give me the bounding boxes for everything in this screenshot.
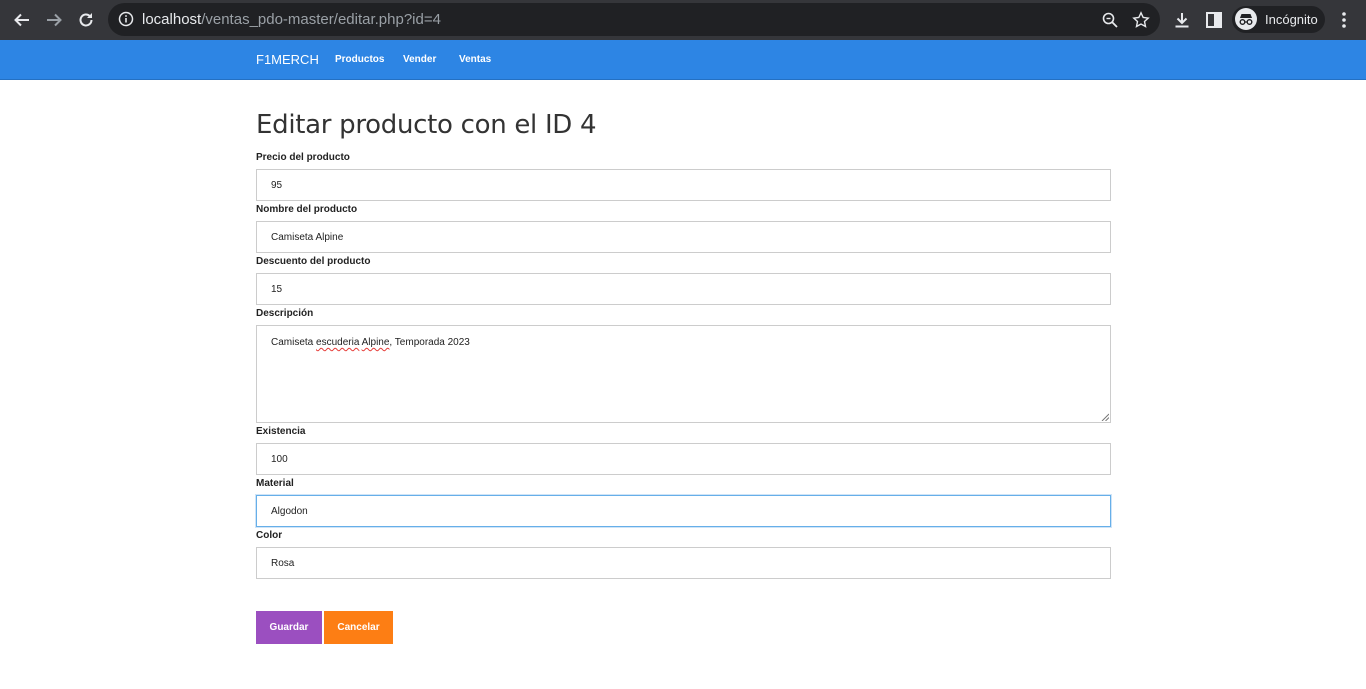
cancel-button[interactable]: Cancelar: [324, 611, 393, 644]
misspelled-word: escuderia: [316, 337, 360, 348]
nombre-label: Nombre del producto: [256, 204, 358, 215]
descuento-label: Descuento del producto: [256, 256, 371, 267]
nombre-input[interactable]: Camiseta Alpine: [256, 221, 1111, 253]
browser-toolbar: localhost/ventas_pdo-master/editar.php?i…: [0, 0, 1366, 40]
menu-icon[interactable]: [1336, 10, 1352, 30]
side-panel-icon[interactable]: [1204, 10, 1224, 30]
precio-input[interactable]: 95: [256, 169, 1111, 201]
brand-link[interactable]: F1MERCH: [256, 52, 319, 67]
star-icon[interactable]: [1132, 11, 1150, 29]
color-label: Color: [256, 530, 283, 541]
zoom-icon[interactable]: [1101, 11, 1119, 29]
existencia-input[interactable]: 100: [256, 443, 1111, 475]
descripcion-label: Descripción: [256, 308, 314, 319]
url-text[interactable]: localhost/ventas_pdo-master/editar.php?i…: [142, 11, 441, 28]
reload-icon[interactable]: [74, 8, 98, 32]
download-icon[interactable]: [1172, 10, 1192, 30]
nav-link-ventas[interactable]: Ventas: [459, 54, 491, 65]
url-path: /ventas_pdo-master/editar.php?id=4: [201, 11, 441, 28]
info-icon[interactable]: [118, 11, 134, 27]
forward-icon[interactable]: [42, 8, 66, 32]
incognito-icon: [1235, 8, 1257, 30]
descripcion-textarea[interactable]: Camiseta escuderia Alpine, Temporada 202…: [256, 325, 1111, 423]
descripcion-text-end: , Temporada 2023: [389, 337, 470, 348]
misspelled-word: Alpine: [361, 337, 390, 348]
color-input[interactable]: Rosa: [256, 547, 1111, 579]
material-label: Material: [256, 478, 294, 489]
existencia-label: Existencia: [256, 426, 306, 437]
page-title: Editar producto con el ID 4: [256, 110, 597, 140]
address-bar[interactable]: localhost/ventas_pdo-master/editar.php?i…: [108, 3, 1160, 36]
url-host: localhost: [142, 11, 202, 28]
precio-label: Precio del producto: [256, 152, 350, 163]
descripcion-text-start: Camiseta: [271, 337, 317, 348]
app-navbar: F1MERCH Productos Vender Ventas: [0, 40, 1366, 80]
save-button[interactable]: Guardar: [256, 611, 322, 644]
nav-link-productos[interactable]: Productos: [335, 54, 384, 65]
resize-grip-icon[interactable]: [1101, 413, 1110, 422]
back-icon[interactable]: [10, 8, 34, 32]
incognito-badge[interactable]: Incógnito: [1232, 6, 1325, 33]
material-input[interactable]: Algodon: [256, 495, 1111, 527]
nav-link-vender[interactable]: Vender: [403, 54, 436, 65]
incognito-label: Incógnito: [1265, 12, 1318, 27]
descuento-input[interactable]: 15: [256, 273, 1111, 305]
